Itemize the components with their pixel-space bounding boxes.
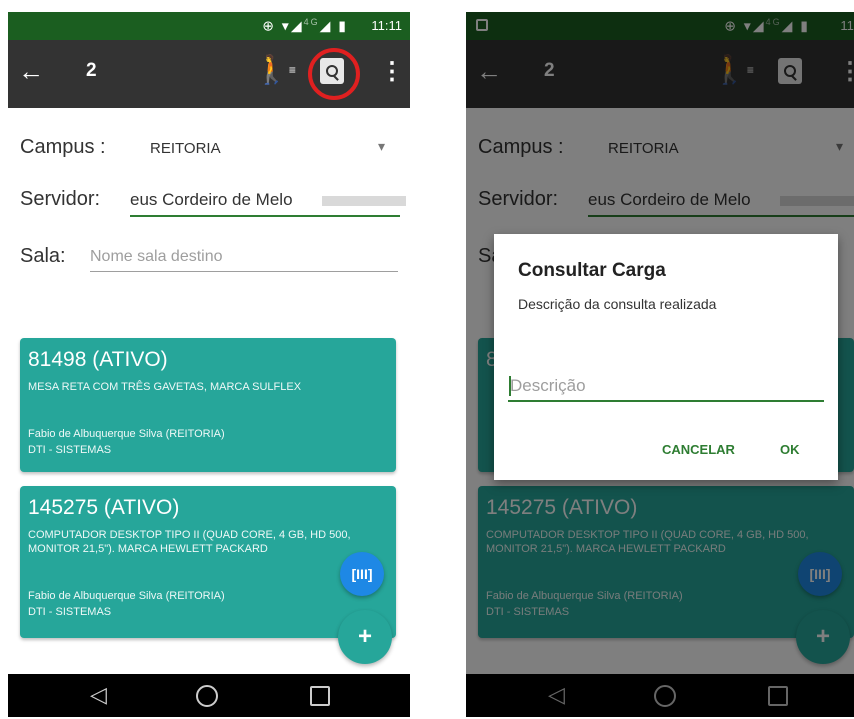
descricao-underline <box>508 400 824 402</box>
servidor-label: Servidor: <box>20 188 101 210</box>
status-time: 11:11 <box>371 18 402 33</box>
status-bar: ⊕ ▾◢4G◢ ▮ 11:11 <box>8 12 410 40</box>
barcode-scan-button[interactable]: [III] <box>340 552 384 596</box>
asset-owner: Fabio de Albuquerque Silva (REITORIA) <box>28 590 225 602</box>
descricao-field <box>508 374 826 402</box>
status-icons: ⊕ ▾◢4G◢ ▮ <box>262 17 348 34</box>
text-cursor <box>509 376 511 396</box>
nav-recents-icon[interactable] <box>310 686 330 706</box>
servidor-input[interactable]: eus Cordeiro de Melo <box>130 190 293 210</box>
barcode-scan-icon: [III] <box>351 566 373 582</box>
redacted-block <box>322 196 406 206</box>
asset-card[interactable]: 81498 (ATIVO) MESA RETA COM TRÊS GAVETAS… <box>20 338 396 472</box>
campus-select[interactable]: REITORIA <box>150 140 221 157</box>
system-nav-bar: ◁ <box>8 674 410 717</box>
nav-home-icon[interactable] <box>196 685 218 707</box>
descricao-input[interactable] <box>508 374 826 398</box>
highlight-circle <box>308 48 360 100</box>
asset-title: 145275 (ATIVO) <box>28 496 180 519</box>
dialog-description: Descrição da consulta realizada <box>518 296 717 312</box>
campus-label: Campus : <box>20 136 106 158</box>
nav-back-icon[interactable]: ◁ <box>90 682 107 708</box>
add-button[interactable]: + <box>338 610 392 664</box>
sala-underline <box>90 271 398 272</box>
more-vert-icon[interactable]: ⋮ <box>380 57 404 86</box>
sala-input[interactable]: Nome sala destino <box>90 248 223 266</box>
cancel-button[interactable]: CANCELAR <box>662 442 735 457</box>
asset-owner: Fabio de Albuquerque Silva (REITORIA) <box>28 428 225 440</box>
servidor-underline <box>130 215 400 217</box>
page-title: 2 <box>86 60 97 81</box>
asset-description: COMPUTADOR DESKTOP TIPO II (QUAD CORE, 4… <box>28 529 351 555</box>
walking-person-filter-icon[interactable]: 🚶≡ <box>254 54 296 86</box>
asset-card[interactable]: 145275 (ATIVO) COMPUTADOR DESKTOP TIPO I… <box>20 486 396 638</box>
back-arrow-icon[interactable]: ← <box>18 56 44 86</box>
asset-department: DTI - SISTEMAS <box>28 606 112 618</box>
asset-description: MESA RETA COM TRÊS GAVETAS, MARCA SULFLE… <box>28 381 302 393</box>
phone-screen-main: ⊕ ▾◢4G◢ ▮ 11:11 ← 2 🚶≡ ⋮ Campus : REITOR… <box>8 12 410 717</box>
sala-label: Sala: <box>20 245 66 267</box>
dialog-title: Consultar Carga <box>518 260 666 281</box>
phone-screen-dialog: ⊕ ▾◢4G◢ ▮ 11:25 ← 2 🚶≡ ⋮ Campus : REITOR… <box>466 12 854 717</box>
asset-department: DTI - SISTEMAS <box>28 444 112 456</box>
dropdown-arrow-icon[interactable]: ▾ <box>378 138 385 155</box>
asset-title: 81498 (ATIVO) <box>28 348 168 371</box>
ok-button[interactable]: OK <box>780 442 800 457</box>
consultar-carga-dialog: Consultar Carga Descrição da consulta re… <box>494 234 838 480</box>
plus-icon: + <box>357 623 372 650</box>
